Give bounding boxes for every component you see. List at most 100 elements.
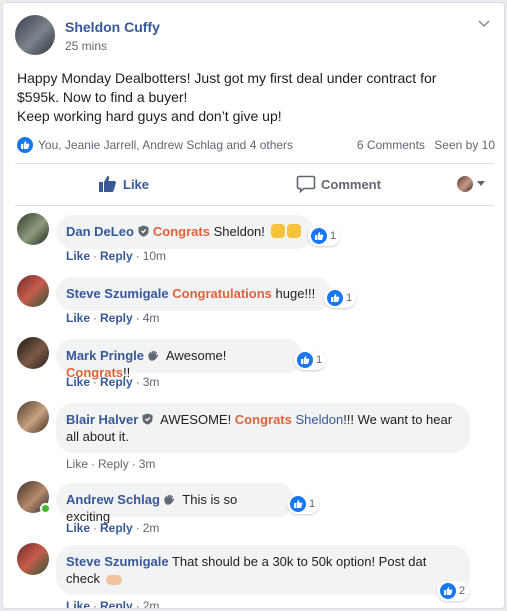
comment-author[interactable]: Andrew Schlag <box>66 492 160 507</box>
like-reaction-icon <box>311 228 327 244</box>
separator: · <box>93 521 98 535</box>
shield-icon <box>142 413 153 425</box>
comment-time[interactable]: 4m <box>143 311 160 325</box>
react-as-selector[interactable] <box>457 175 487 193</box>
comment-author[interactable]: Steve Szumigale <box>66 286 169 301</box>
comment-time[interactable]: 2m <box>143 521 160 535</box>
comment-text-line2: check <box>66 571 104 586</box>
reaction-count[interactable]: 1 <box>294 350 326 370</box>
online-status-icon <box>40 503 51 514</box>
separator: · <box>135 521 140 535</box>
comment-reply-link[interactable]: Reply <box>100 375 133 389</box>
post-line: Happy Monday Dealbotters! Just got my fi… <box>17 70 437 86</box>
comment-meta: Like · Reply · 2m <box>66 521 159 535</box>
comment-icon <box>296 175 316 194</box>
post-author[interactable]: Sheldon Cuffy <box>65 19 160 35</box>
comment-meta: Like · Reply · 3m <box>66 457 155 471</box>
comment-text: Sheldon! <box>209 224 269 239</box>
post-line: Keep working hard guys and don’t give up… <box>17 108 282 124</box>
comment-like-link[interactable]: Like <box>66 375 90 389</box>
post-line: $595k. Now to find a buyer! <box>17 89 188 105</box>
seen-by[interactable]: Seen by 10 <box>434 138 495 152</box>
comment-text: huge!!! <box>271 286 316 301</box>
comment-meta: Like · Reply · 4m <box>66 311 159 325</box>
action-bar: Like Comment <box>3 163 504 205</box>
caret-down-icon <box>477 181 485 186</box>
tag-badge: Congrats <box>234 412 292 427</box>
comment-author[interactable]: Steve Szumigale <box>66 554 169 569</box>
comment-reply-link[interactable]: Reply <box>100 521 133 535</box>
chevron-down-icon[interactable] <box>478 17 490 29</box>
separator: · <box>135 311 140 325</box>
separator: · <box>93 249 98 263</box>
mention-link[interactable]: Sheldon <box>292 412 343 427</box>
reaction-number: 1 <box>309 498 316 510</box>
avatar[interactable] <box>17 543 49 575</box>
like-reaction-icon <box>327 290 343 306</box>
reaction-count[interactable]: 1 <box>308 226 340 246</box>
post-counts: 6 Comments Seen by 10 <box>351 138 495 152</box>
comment-like-link[interactable]: Like <box>66 311 90 325</box>
reaction-count[interactable]: 1 <box>324 288 356 308</box>
author-avatar[interactable] <box>15 15 55 55</box>
post-body: Happy Monday Dealbotters! Just got my fi… <box>17 69 487 126</box>
post-card: Sheldon Cuffy 25 mins Happy Monday Dealb… <box>2 2 505 609</box>
comment-bubble: Dan DeLeo Congrats Sheldon! <box>56 215 314 249</box>
comments-count[interactable]: 6 Comments <box>357 138 425 152</box>
avatar[interactable] <box>17 213 49 245</box>
separator: · <box>93 375 98 389</box>
comment-like-link[interactable]: Like <box>66 521 90 535</box>
avatar[interactable] <box>17 337 49 369</box>
reaction-summary: You, Jeanie Jarrell, Andrew Schlag and 4… <box>17 136 495 154</box>
separator: · <box>135 249 140 263</box>
clapping-hands-icon <box>286 224 301 238</box>
waving-hand-icon <box>148 350 159 361</box>
tag-badge: Congrats <box>152 224 210 239</box>
comment-time[interactable]: 3m <box>139 457 156 471</box>
separator: · <box>135 599 140 609</box>
separator: · <box>93 311 98 325</box>
comment-reply-link[interactable]: Reply <box>100 249 133 263</box>
reaction-number: 2 <box>459 585 466 597</box>
separator: · <box>131 457 136 471</box>
avatar[interactable] <box>17 275 49 307</box>
divider <box>15 205 494 206</box>
comment-time[interactable]: 10m <box>143 249 166 263</box>
comment-bubble: Steve Szumigale Congratulations huge!!! <box>56 277 332 311</box>
thumbs-up-icon <box>99 176 116 192</box>
post-time[interactable]: 25 mins <box>65 39 107 53</box>
like-reaction-icon <box>297 352 313 368</box>
clapping-hands-icon <box>270 224 285 238</box>
comment-like-link[interactable]: Like <box>66 599 90 608</box>
like-label: Like <box>123 177 150 192</box>
reaction-count[interactable]: 1 <box>287 494 319 514</box>
like-reaction-icon <box>17 137 33 153</box>
separator: · <box>91 457 96 471</box>
avatar[interactable] <box>17 401 49 433</box>
comment-author[interactable]: Mark Pringle <box>66 348 144 363</box>
comment-reply-link[interactable]: Reply <box>100 599 133 608</box>
reaction-number: 1 <box>346 292 353 304</box>
comment-author[interactable]: Blair Halver <box>66 412 138 427</box>
flexed-arm-icon <box>105 575 122 585</box>
comment-like-link[interactable]: Like <box>66 457 88 471</box>
comment-reply-link[interactable]: Reply <box>100 311 133 325</box>
shield-icon <box>138 225 149 237</box>
comment-meta: Like · Reply · 10m <box>66 249 166 263</box>
comment-text-line2: all about it. <box>66 429 129 444</box>
avatar <box>457 176 473 192</box>
comment-text: That should be a 30k to 50k option! Post… <box>168 554 427 569</box>
reaction-number: 1 <box>316 354 323 366</box>
reaction-count[interactable]: 2 <box>437 581 469 601</box>
comment-author[interactable]: Dan DeLeo <box>66 224 134 239</box>
reaction-number: 1 <box>330 230 337 242</box>
comment-meta: Like · Reply · 2m <box>66 599 160 609</box>
comment-meta: Like · Reply · 3m <box>66 375 159 389</box>
comment-reply-link[interactable]: Reply <box>98 457 129 471</box>
comment-time[interactable]: 2m <box>143 599 160 608</box>
comment-bubble: Mark Pringle Awesome! Congrats!! <box>56 339 302 380</box>
comment-like-link[interactable]: Like <box>66 249 90 263</box>
comment-bubble: Blair Halver AWESOME! Congrats Sheldon!!… <box>56 403 470 453</box>
comment-time[interactable]: 3m <box>143 375 160 389</box>
reactors-list[interactable]: You, Jeanie Jarrell, Andrew Schlag and 4… <box>38 138 293 152</box>
